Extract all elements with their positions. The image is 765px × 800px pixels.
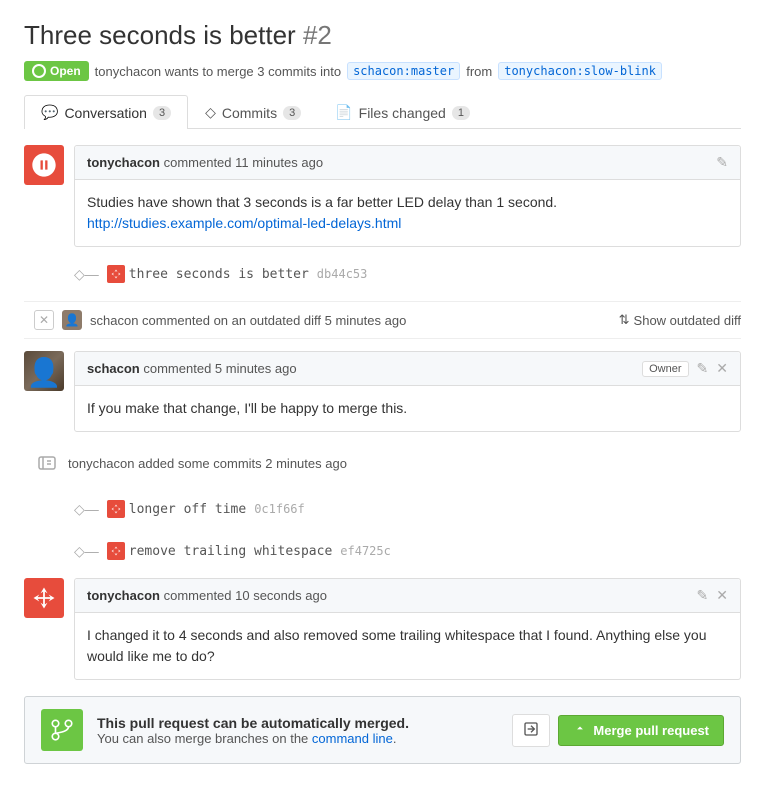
commit-arrow-icon-1: ◇—: [74, 266, 99, 283]
tab-files[interactable]: 📄 Files changed 1: [318, 95, 487, 129]
commits-count: 3: [283, 106, 301, 120]
close-comment-3-icon[interactable]: ✕: [716, 587, 728, 604]
comment-body-3: I changed it to 4 seconds and also remov…: [75, 613, 740, 679]
page-title: Three seconds is better #2: [24, 20, 741, 51]
schacon-avatar: 👤: [24, 351, 64, 391]
commit-sha-3: ef4725c: [340, 544, 391, 558]
pr-status-bar: Open tonychacon wants to merge 3 commits…: [24, 61, 741, 81]
edit-comment-3-icon[interactable]: ✎: [697, 587, 709, 604]
commits-added-icon: [34, 450, 60, 476]
comment-body-2: If you make that change, I'll be happy t…: [75, 386, 740, 431]
open-badge: Open: [24, 61, 89, 81]
tabs: 💬 Conversation 3 ◇ Commits 3 📄 Files cha…: [24, 95, 741, 129]
merge-icon-box: [41, 709, 83, 751]
conversation-count: 3: [153, 106, 171, 120]
pr-description: tonychacon wants to merge 3 commits into: [95, 64, 341, 79]
target-branch[interactable]: schacon:master: [347, 62, 460, 80]
show-outdated-icon: ⇅: [619, 312, 630, 328]
commit-sha-2: 0c1f66f: [254, 502, 305, 516]
files-icon: 📄: [335, 104, 352, 121]
comment-header-1: tonychacon commented 11 minutes ago ✎: [75, 146, 740, 180]
tonychacon-avatar-3: [24, 578, 64, 618]
commit-git-icon-3: [107, 542, 125, 560]
commit-git-icon-2: [107, 500, 125, 518]
close-comment-2-icon[interactable]: ✕: [716, 360, 728, 377]
outdated-row: ✕ 👤 schacon commented on an outdated dif…: [24, 301, 741, 339]
timeline: tonychacon commented 11 minutes ago ✎ St…: [24, 145, 741, 680]
comment-item-1: tonychacon commented 11 minutes ago ✎ St…: [24, 145, 741, 247]
source-branch[interactable]: tonychacon:slow-blink: [498, 62, 662, 80]
merge-pull-request-button[interactable]: Merge pull request: [558, 715, 724, 746]
schacon-mini-avatar: 👤: [62, 310, 82, 330]
conversation-icon: 💬: [41, 104, 58, 121]
outdated-x-icon: ✕: [34, 310, 54, 330]
commit-line-2: ◇— longer off time 0c1f66f: [24, 494, 741, 524]
command-line-link[interactable]: command line: [312, 731, 393, 746]
merge-text: This pull request can be automatically m…: [97, 715, 498, 746]
edit-comment-2-icon[interactable]: ✎: [697, 360, 709, 377]
commits-added-text: tonychacon added some commits 2 minutes …: [68, 456, 347, 471]
comment-item-2: 👤 schacon commented 5 minutes ago Owner …: [24, 351, 741, 432]
commit-message-2: longer off time: [129, 502, 246, 517]
comment-item-3: tonychacon commented 10 seconds ago ✎ ✕ …: [24, 578, 741, 680]
commit-message-3: remove trailing whitespace: [129, 544, 333, 559]
commit-message-1: three seconds is better: [129, 267, 309, 282]
local-merge-button[interactable]: [512, 714, 550, 747]
merge-bar: This pull request can be automatically m…: [24, 696, 741, 764]
comment-box-3: tonychacon commented 10 seconds ago ✎ ✕ …: [74, 578, 741, 680]
tab-commits[interactable]: ◇ Commits 3: [188, 95, 318, 129]
merge-actions: Merge pull request: [512, 714, 724, 747]
outdated-text: schacon commented on an outdated diff 5 …: [90, 313, 406, 328]
commit-line-1: ◇— three seconds is better db44c53: [24, 259, 741, 289]
commit-arrow-icon-3: ◇—: [74, 543, 99, 560]
commits-icon: ◇: [205, 104, 216, 121]
edit-comment-1-icon[interactable]: ✎: [716, 154, 728, 171]
files-count: 1: [452, 106, 470, 120]
comment-header-3: tonychacon commented 10 seconds ago ✎ ✕: [75, 579, 740, 613]
commit-git-icon-1: [107, 265, 125, 283]
show-outdated-button[interactable]: ⇅ Show outdated diff: [619, 312, 741, 328]
commit-sha-1: db44c53: [317, 267, 368, 281]
owner-badge: Owner: [642, 361, 688, 377]
comment-box-1: tonychacon commented 11 minutes ago ✎ St…: [74, 145, 741, 247]
tonychacon-avatar-1: [24, 145, 64, 185]
comment-body-1: Studies have shown that 3 seconds is a f…: [75, 180, 740, 246]
tab-conversation[interactable]: 💬 Conversation 3: [24, 95, 188, 129]
comment-box-2: schacon commented 5 minutes ago Owner ✎ …: [74, 351, 741, 432]
commits-added-row: tonychacon added some commits 2 minutes …: [24, 444, 741, 482]
comment-link-1[interactable]: http://studies.example.com/optimal-led-d…: [87, 215, 401, 231]
comment-header-2: schacon commented 5 minutes ago Owner ✎ …: [75, 352, 740, 386]
commit-line-3: ◇— remove trailing whitespace ef4725c: [24, 536, 741, 566]
commit-arrow-icon-2: ◇—: [74, 501, 99, 518]
